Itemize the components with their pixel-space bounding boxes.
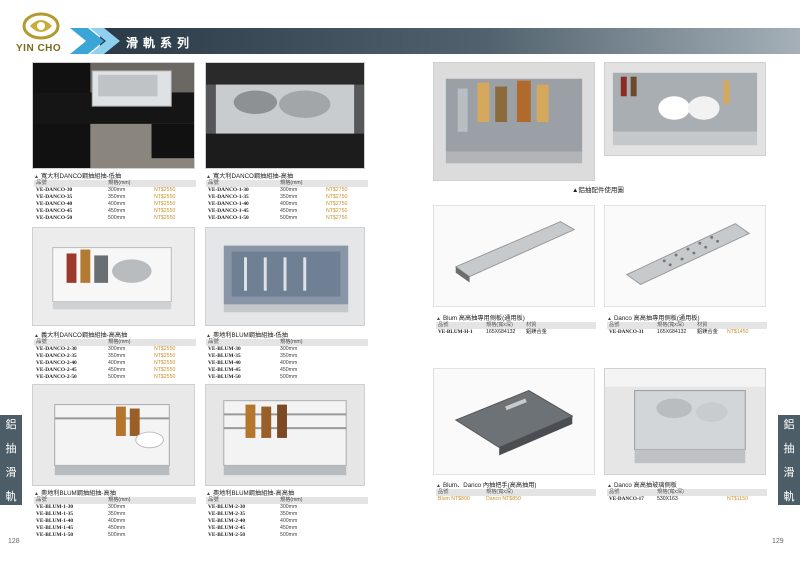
table-row: VE-BLUM-2-35 350mm	[208, 511, 298, 517]
product-photo-blum-extra-high	[205, 384, 365, 486]
product-photo-danco-low	[32, 62, 195, 169]
table-row: VE-BLUM-50 500mm	[208, 374, 298, 380]
spec-table: 品號 規格(mm) VE-BLUM-2-30 300mm VE-BLUM-2-35 3…	[206, 497, 368, 539]
spec-table: 品號 規格(寬x深) 材質 VE-BLUM-H-1 165X684132 鋁鎂合金	[436, 322, 596, 336]
fittings-caption: ▲鋁抽配件使用圖	[572, 187, 624, 194]
accessory-photo-danco-side-panel	[604, 205, 766, 307]
table-row: VE-DANCO-45 450mm NT$2550	[36, 208, 176, 214]
table-row: VE-DANCO-35 350mm NT$2550	[36, 194, 176, 200]
table-row: VE-BLUM-1-50 500mm	[36, 532, 126, 538]
fitting-photo-rack	[604, 62, 766, 156]
table-row: VE-DANCO-1-30 300mm NT$2750	[208, 187, 348, 193]
spec-table: 品號 規格(寬x深) 材質 VE-DANCO-31 165X684132 鋁鎂合金 NT$…	[607, 322, 767, 336]
table-row: VE-BLUM-2-50 500mm	[208, 532, 298, 538]
product-photo-danco-high	[205, 62, 365, 169]
table-row: VE-DANCO-2-40 400mm NT$2550	[36, 360, 176, 366]
table-row: VE-DANCO-2-30 300mm NT$2550	[36, 346, 176, 352]
header-accent-icon	[70, 28, 120, 54]
brand-logo: YIN CHO	[16, 12, 76, 58]
table-row: VE-BLUM-2-30 300mm	[208, 504, 298, 510]
table-row: VE-DANCO-50 500mm NT$2550	[36, 215, 176, 221]
table-row: VE-DANCO-1-50 500mm NT$2750	[208, 215, 348, 221]
spec-table: 品號 規格(mm) VE-DANCO-30 300mm NT$2550 VE-DANC…	[34, 180, 196, 222]
table-row: VE-BLUM-1-30 300mm	[36, 504, 126, 510]
table-row: VE-BLUM-2-40 400mm	[208, 518, 298, 524]
table-row: VE-DANCO-1-35 350mm NT$2750	[208, 194, 348, 200]
table-row: VE-DANCO-31 165X684132 鋁鎂合金 NT$1450	[609, 329, 749, 335]
product-caption: ▲ 奧地利BLUM鋼抽組抽-高抽	[34, 490, 116, 497]
product-photo-blum-low	[205, 227, 365, 326]
table-row: VE-DANCO-2-45 450mm NT$2550	[36, 367, 176, 373]
accessory-photo-blum-side-panel	[433, 205, 595, 307]
table-row: VE-BLUM-1-35 350mm	[36, 511, 126, 517]
product-caption: ▲ 寬大利DANCO鋼抽組抽-高抽	[206, 173, 294, 180]
table-row: VE-DANCO-30 300mm NT$2550	[36, 187, 176, 193]
product-photo-danco-extra-high	[32, 227, 195, 326]
spec-table: 品號 規格(寬x深) Blum NT$800 Danco NT$850	[436, 489, 596, 503]
spec-table: 品號 規格(mm) VE-DANCO-1-30 300mm NT$2750 VE-DA…	[206, 180, 368, 222]
table-row: VE-DANCO-2-35 350mm NT$2550	[36, 353, 176, 359]
page-number-right: 129	[772, 538, 784, 545]
page-number-left: 128	[8, 538, 20, 545]
product-photo-blum-high	[32, 384, 195, 486]
table-row: VE-BLUM-1-45 450mm	[36, 525, 126, 531]
accessory-caption: ▲ Blum 高高抽專用側板(通用板)	[436, 315, 525, 322]
accessory-caption: ▲ Blum、Danco 內抽把手(高高抽用)	[436, 482, 537, 489]
brand-name: YIN CHO	[16, 43, 62, 54]
table-row: VE-BLUM-H-1 165X684132 鋁鎂合金	[438, 329, 547, 335]
spec-table: 品號 規格(mm) VE-BLUM-1-30 300mm VE-BLUM-1-35 3…	[34, 497, 196, 539]
table-row: VE-BLUM-40 400mm	[208, 360, 298, 366]
accessory-photo-glass-side-panel	[604, 368, 766, 475]
spec-table: 品號 規格(mm) VE-BLUM-30 300mm VE-BLUM-35 350mm…	[206, 339, 368, 381]
side-tab-left: 鋁 抽 滑 軌	[0, 415, 22, 505]
table-row: VE-BLUM-30 300mm	[208, 346, 298, 352]
table-row: VE-DANCO-1-45 450mm NT$2750	[208, 208, 348, 214]
accessory-caption: ▲ Danco 高高抽玻璃側板	[607, 482, 677, 489]
side-tab-right: 鋁 抽 滑 軌	[778, 415, 800, 505]
table-row: Blum NT$800 Danco NT$850	[438, 496, 521, 502]
product-caption: ▲ 義大利DANCO鋼抽組抽-高高抽	[34, 332, 128, 339]
table-row: VE-DANCO-1-40 400mm NT$2750	[208, 201, 348, 207]
table-row: VE-BLUM-1-40 400mm	[36, 518, 126, 524]
product-caption: ▲ 奧地利BLUM鋼抽組抽-低抽	[206, 332, 288, 339]
table-row: VE-DANCO-17 530X163 NT$1150	[609, 496, 748, 502]
spec-table: 品號 規格(mm) VE-DANCO-2-30 300mm NT$2550 VE-DA…	[34, 339, 196, 381]
table-row: VE-BLUM-45 450mm	[208, 367, 298, 373]
table-row: VE-DANCO-40 400mm NT$2550	[36, 201, 176, 207]
page-title: 滑軌系列	[126, 36, 195, 50]
accessory-photo-inner-handle	[433, 368, 595, 475]
yin-cho-logo-icon	[22, 12, 60, 40]
table-row: VE-BLUM-2-45 450mm	[208, 525, 298, 531]
product-caption: ▲ 寬大利DANCO鋼抽組抽-低抽	[34, 173, 122, 180]
product-caption: ▲ 奧地利BLUM鋼抽組抽-高高抽	[206, 490, 295, 497]
spec-table: 品號 規格(寬x深) VE-DANCO-17 530X163 NT$1150	[607, 489, 767, 503]
table-row: VE-DANCO-2-50 500mm NT$2550	[36, 374, 176, 380]
accessory-caption: ▲ Danco 高高抽專用側板(通用板)	[607, 315, 700, 322]
table-row: VE-BLUM-35 350mm	[208, 353, 298, 359]
fitting-photo-drawer	[433, 62, 595, 181]
